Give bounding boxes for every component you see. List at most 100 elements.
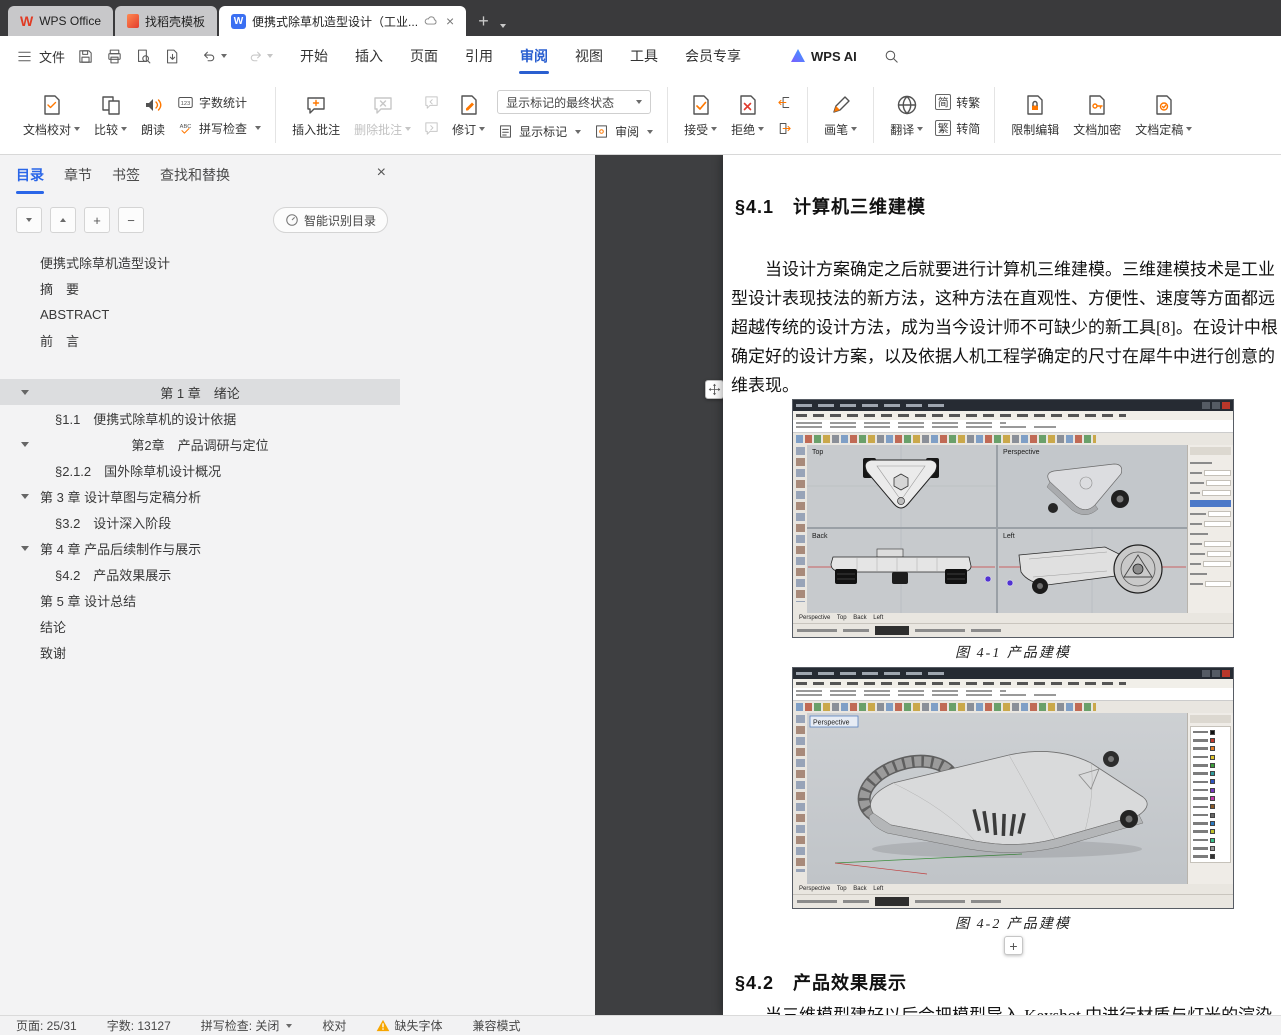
insert-comment-button[interactable]: 插入批注 xyxy=(285,82,347,148)
collapse-arrow-icon[interactable] xyxy=(21,390,29,395)
compat-mode-indicator[interactable]: 兼容模式 xyxy=(472,1017,520,1034)
translate-icon xyxy=(897,95,916,114)
previous-comment-icon[interactable] xyxy=(423,94,440,111)
print-icon[interactable] xyxy=(106,48,123,65)
toc-item[interactable]: §1.1 便携式除草机的设计依据 xyxy=(0,405,400,431)
next-change-icon[interactable] xyxy=(776,120,793,137)
export-icon[interactable] xyxy=(164,48,181,65)
toc-item[interactable]: 前 言 xyxy=(0,327,400,353)
restrict-editing-button[interactable]: 限制编辑 xyxy=(1004,82,1066,148)
tab-reference[interactable]: 引用 xyxy=(465,36,493,76)
viewport-label-perspective: Perspective xyxy=(1003,449,1040,456)
translate-button[interactable]: 翻译 xyxy=(883,82,930,148)
collapse-all-button[interactable] xyxy=(50,207,76,233)
close-sidebar-icon[interactable]: × xyxy=(377,164,386,182)
chevron-down-icon xyxy=(121,127,128,131)
tab-insert[interactable]: 插入 xyxy=(355,36,383,76)
collapse-arrow-icon[interactable] xyxy=(21,494,29,499)
save-icon[interactable] xyxy=(77,48,94,65)
tab-page[interactable]: 页面 xyxy=(410,36,438,76)
tab-wps-office[interactable]: WPS Office xyxy=(8,6,114,36)
close-tab-icon[interactable]: × xyxy=(446,13,454,29)
to-traditional-button[interactable]: 简 转繁 xyxy=(935,94,980,111)
reject-button[interactable]: 拒绝 xyxy=(724,82,771,148)
sidebar-tab-bookmarks[interactable]: 书签 xyxy=(112,165,140,185)
tab-docer-templates[interactable]: 找稻壳模板 xyxy=(115,6,218,36)
compare-button[interactable]: 比较 xyxy=(87,82,134,148)
to-simplified-button[interactable]: 繁 转简 xyxy=(935,120,980,137)
zoom-out-button[interactable]: − xyxy=(118,207,144,233)
zoom-in-button[interactable]: + xyxy=(84,207,110,233)
review-mode-button[interactable]: 审阅 xyxy=(593,123,654,140)
sidebar-tab-chapters[interactable]: 章节 xyxy=(64,165,92,185)
expand-all-button[interactable] xyxy=(16,207,42,233)
file-menu[interactable]: 文件 xyxy=(16,47,65,66)
spell-check-button[interactable]: ABC 拼写检查 xyxy=(177,120,262,137)
toc-item[interactable]: ABSTRACT xyxy=(0,301,400,327)
toc-item[interactable]: 第 5 章 设计总结 xyxy=(0,587,400,613)
redo-chevron-icon[interactable] xyxy=(267,54,274,58)
markup-state-value: 显示标记的最终状态 xyxy=(506,95,615,110)
pen-button[interactable]: 画笔 xyxy=(817,82,864,148)
tab-current-document[interactable]: 便携式除草机造型设计（工业... × xyxy=(219,6,467,36)
tab-review[interactable]: 审阅 xyxy=(519,36,549,76)
previous-change-icon[interactable] xyxy=(776,94,793,111)
to-simplified-label: 转简 xyxy=(956,121,981,136)
collapse-arrow-icon[interactable] xyxy=(21,442,29,447)
toc-item[interactable]: 摘 要 xyxy=(0,275,400,301)
finalize-button[interactable]: 文档定稿 xyxy=(1128,82,1199,148)
document-page[interactable]: §4.1 计算机三维建模 当设计方案确定之后就要进行计算机三维建模。三维建模技术… xyxy=(723,155,1281,1015)
print-preview-icon[interactable] xyxy=(135,48,152,65)
compare-icon xyxy=(101,95,120,115)
toc-item[interactable]: §3.2 设计深入阶段 xyxy=(0,509,400,535)
markup-state-combobox[interactable]: 显示标记的最终状态 xyxy=(497,90,652,114)
chevron-down-icon xyxy=(758,127,765,131)
smart-toc-button[interactable]: 智能识别目录 xyxy=(272,207,388,233)
toc-item[interactable]: §4.2 产品效果展示 xyxy=(0,561,400,587)
page-indicator[interactable]: 页面: 25/31 xyxy=(16,1017,77,1034)
wps-ai-button[interactable]: WPS AI xyxy=(790,48,857,64)
accept-button[interactable]: 接受 xyxy=(677,82,724,148)
tab-tools[interactable]: 工具 xyxy=(630,36,658,76)
show-markup-button[interactable]: 显示标记 xyxy=(497,123,582,140)
move-object-handle[interactable] xyxy=(705,380,724,399)
delete-comment-button[interactable]: 删除批注 xyxy=(347,82,418,148)
doc-proofread-button[interactable]: 文档校对 xyxy=(16,82,87,148)
sidebar-tab-toc[interactable]: 目录 xyxy=(16,165,44,194)
toc-item[interactable]: §2.1.2 国外除草机设计概况 xyxy=(0,457,400,483)
move-arrows-icon xyxy=(708,383,721,396)
proofread-button[interactable]: 校对 xyxy=(322,1017,346,1034)
tab-list-chevron-icon[interactable] xyxy=(499,24,506,28)
toc-item[interactable]: 第 3 章 设计草图与定稿分析 xyxy=(0,483,400,509)
tab-home[interactable]: 开始 xyxy=(300,36,328,76)
undo-button[interactable] xyxy=(201,48,228,65)
undo-chevron-icon[interactable] xyxy=(221,54,228,58)
chevron-down-icon xyxy=(711,127,718,131)
tab-view[interactable]: 视图 xyxy=(575,36,603,76)
toc-item[interactable]: 致谢 xyxy=(0,639,400,665)
spellcheck-toggle[interactable]: 拼写检查: 关闭 xyxy=(201,1017,293,1034)
new-tab-button[interactable]: + xyxy=(478,12,489,30)
next-comment-icon[interactable] xyxy=(423,120,440,137)
toc-item[interactable]: 结论 xyxy=(0,613,400,639)
toc-item-selected[interactable]: 第 1 章 绪论 xyxy=(0,379,400,405)
cloud-sync-icon[interactable] xyxy=(424,14,438,28)
spell-check-label: 拼写检查 xyxy=(199,121,248,136)
tab-member[interactable]: 会员专享 xyxy=(685,36,741,76)
word-count-button[interactable]: 123 字数统计 xyxy=(177,94,261,111)
ribbon-separator xyxy=(667,87,669,143)
toc-item[interactable]: 第 4 章 产品后续制作与展示 xyxy=(0,535,400,561)
rhino-viewport-tabs: Perspective Top Back Left xyxy=(793,613,1233,623)
encrypt-button[interactable]: 文档加密 xyxy=(1066,82,1128,148)
collapse-arrow-icon[interactable] xyxy=(21,546,29,551)
toc-item[interactable]: 便携式除草机造型设计 xyxy=(0,249,400,275)
toc-item[interactable]: 第2章 产品调研与定位 xyxy=(0,431,400,457)
search-icon[interactable] xyxy=(883,48,900,65)
insert-paragraph-button[interactable]: + xyxy=(1004,936,1023,955)
redo-button[interactable] xyxy=(247,48,274,65)
read-aloud-button[interactable]: 朗读 xyxy=(134,82,172,148)
word-count-indicator[interactable]: 字数: 13127 xyxy=(107,1017,171,1034)
track-changes-button[interactable]: 修订 xyxy=(445,82,492,148)
missing-font-warning[interactable]: 缺失字体 xyxy=(376,1017,442,1034)
sidebar-tab-find-replace[interactable]: 查找和替换 xyxy=(160,165,230,185)
